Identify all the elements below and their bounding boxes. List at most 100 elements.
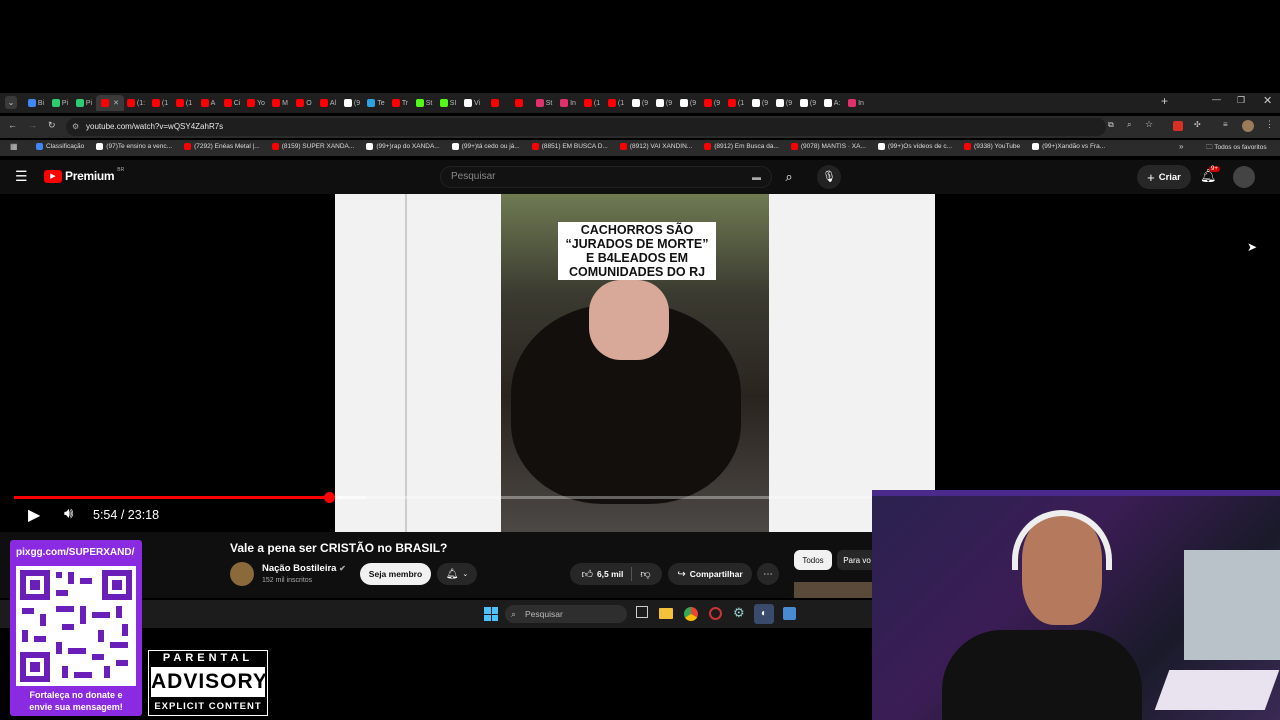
- browser-tab[interactable]: Pi: [48, 95, 72, 111]
- join-button[interactable]: Seja membro: [360, 563, 431, 585]
- browser-tab[interactable]: (1: [172, 95, 196, 111]
- reload-icon[interactable]: ↻: [48, 120, 56, 131]
- minimize-icon[interactable]: —: [1212, 94, 1221, 104]
- browser-tab[interactable]: Pi: [72, 95, 96, 111]
- bookmark-item[interactable]: (99+)rap do XANDÃ...: [366, 143, 440, 150]
- extensions-puzzle-icon[interactable]: ✣: [1194, 120, 1201, 129]
- bookmark-star-icon[interactable]: ☆: [1145, 119, 1153, 130]
- browser-tab[interactable]: (9: [676, 95, 700, 111]
- browser-tab[interactable]: Te: [364, 95, 388, 111]
- settings-gear-icon[interactable]: ⚙: [733, 605, 745, 621]
- hamburger-menu-icon[interactable]: ☰: [15, 168, 28, 185]
- steam-icon[interactable]: ◐: [754, 604, 774, 624]
- microphone-icon[interactable]: 🎙: [817, 165, 841, 189]
- bookmark-item[interactable]: (8851) EM BUSCA D...: [531, 143, 608, 150]
- youtube-logo[interactable]: ▶ Premium BR: [44, 167, 124, 183]
- obs-icon[interactable]: [783, 607, 796, 620]
- browser-tab[interactable]: (9: [652, 95, 676, 111]
- windows-start-icon[interactable]: [484, 607, 498, 621]
- recommended-thumbnail[interactable]: [794, 582, 872, 598]
- bookmark-item[interactable]: (9078) MANTIS · XA...: [790, 143, 866, 150]
- browser-tab[interactable]: A: [196, 95, 220, 111]
- channel-name[interactable]: Nação Bostileira ✔: [262, 563, 346, 574]
- like-button[interactable]: 👍︎ 6,5 mil: [581, 568, 623, 581]
- browser-tab[interactable]: (1:: [124, 95, 148, 111]
- browser-tab[interactable]: Tr: [388, 95, 412, 111]
- back-icon[interactable]: ←: [8, 120, 17, 130]
- browser-tab[interactable]: (9: [340, 95, 364, 111]
- bookmark-item[interactable]: Classificação: [36, 143, 84, 150]
- account-avatar[interactable]: [1233, 166, 1255, 188]
- tab-search-icon[interactable]: ⌄: [5, 96, 17, 109]
- bookmark-item[interactable]: (97)Te ensino a venc...: [96, 143, 172, 150]
- progress-bar[interactable]: [14, 492, 872, 503]
- close-window-icon[interactable]: ✕: [1263, 94, 1272, 107]
- browser-tab[interactable]: Vi: [460, 95, 484, 111]
- browser-tab[interactable]: St: [532, 95, 556, 111]
- bookmark-item[interactable]: (99+)Xandão vs Fra...: [1032, 143, 1105, 150]
- browser-tab[interactable]: ✕: [96, 95, 124, 111]
- keyboard-icon[interactable]: ▬: [752, 167, 761, 187]
- subscribe-bell-button[interactable]: 🔔︎ ⌄: [437, 563, 477, 585]
- browser-tab[interactable]: Bi: [24, 95, 48, 111]
- profile-avatar[interactable]: [1242, 120, 1254, 132]
- address-bar[interactable]: ⚙ youtube.com/watch?v=wQSY4ZahR7s: [66, 118, 1106, 136]
- browser-tab[interactable]: O: [292, 95, 316, 111]
- chip-all[interactable]: Todos: [794, 550, 832, 570]
- browser-tab[interactable]: (1: [148, 95, 172, 111]
- thumbs-down-icon[interactable]: 👎︎: [640, 568, 650, 580]
- browser-tab[interactable]: (9: [796, 95, 820, 111]
- browser-tab[interactable]: (9: [628, 95, 652, 111]
- forward-icon[interactable]: →: [28, 120, 37, 130]
- chip-for-you[interactable]: Para vo: [837, 550, 877, 570]
- bookmark-item[interactable]: (7292) Enéas Metal |...: [184, 143, 260, 150]
- browser-tab[interactable]: A:: [820, 95, 844, 111]
- browser-tab[interactable]: (9: [700, 95, 724, 111]
- browser-tab[interactable]: [508, 95, 532, 111]
- bookmark-item[interactable]: (9338) YouTube: [964, 143, 1020, 150]
- browser-tab[interactable]: (1: [724, 95, 748, 111]
- restore-icon[interactable]: ❐: [1237, 95, 1245, 106]
- more-bookmarks-icon[interactable]: »: [1179, 142, 1183, 151]
- volume-icon[interactable]: 🔊︎: [64, 505, 73, 522]
- browser-tab[interactable]: In: [556, 95, 580, 111]
- search-input[interactable]: Pesquisar ▬: [440, 166, 772, 188]
- bookmark-item[interactable]: (99+)Os vídeos de c...: [877, 143, 952, 150]
- install-icon[interactable]: ⧉: [1108, 120, 1114, 130]
- browser-tab[interactable]: (1: [580, 95, 604, 111]
- play-button[interactable]: ▶: [28, 505, 40, 525]
- browser-tab[interactable]: Al: [316, 95, 340, 111]
- video-frame[interactable]: CACHORROS SÃO “JURADOS DE MORTE” E B4LEA…: [335, 194, 935, 532]
- browser-tab[interactable]: [484, 95, 508, 111]
- browser-tab[interactable]: M: [268, 95, 292, 111]
- browser-tab[interactable]: Ci: [220, 95, 244, 111]
- close-tab-icon[interactable]: ✕: [113, 99, 119, 107]
- taskbar-search[interactable]: ⌕ Pesquisar: [505, 605, 627, 623]
- browser-tab[interactable]: (9: [748, 95, 772, 111]
- browser-tab[interactable]: In: [844, 95, 868, 111]
- bookmark-item[interactable]: (8912) VAI XANDIN...: [619, 143, 692, 150]
- create-button[interactable]: + Criar: [1137, 165, 1191, 189]
- apps-grid-icon[interactable]: ▦: [10, 142, 18, 151]
- browser-tab[interactable]: SI: [436, 95, 460, 111]
- bookmark-item[interactable]: (99+)tá cedo ou já...: [451, 143, 520, 150]
- chrome-icon[interactable]: [684, 607, 698, 621]
- bookmark-item[interactable]: (8912) Em Busca da...: [704, 143, 779, 150]
- browser-tab[interactable]: (1: [604, 95, 628, 111]
- browser-tab[interactable]: (9: [772, 95, 796, 111]
- search-button[interactable]: ⌕: [775, 166, 803, 188]
- new-tab-icon[interactable]: +: [1161, 94, 1168, 108]
- file-explorer-icon[interactable]: [659, 608, 673, 619]
- task-view-icon[interactable]: [636, 606, 648, 618]
- browser-tab[interactable]: Yo: [244, 95, 268, 111]
- site-info-icon[interactable]: ⚙: [72, 118, 79, 136]
- media-icon[interactable]: ≡: [1223, 120, 1228, 129]
- all-bookmarks-folder[interactable]: 🗀 Todos os favoritos: [1206, 143, 1267, 154]
- zoom-icon[interactable]: ⌕: [1127, 120, 1131, 130]
- menu-kebab-icon[interactable]: ⋮: [1265, 119, 1274, 130]
- progress-scrubber[interactable]: [323, 492, 335, 503]
- more-actions-button[interactable]: ⋯: [757, 563, 779, 585]
- share-button[interactable]: ↪ Compartilhar: [668, 563, 752, 585]
- app-icon[interactable]: [709, 607, 722, 620]
- extension-icon[interactable]: [1173, 121, 1183, 131]
